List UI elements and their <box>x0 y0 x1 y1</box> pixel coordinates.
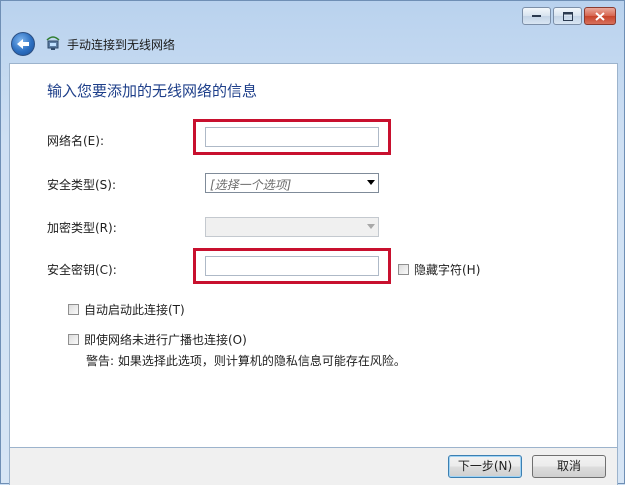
security-key-input[interactable] <box>205 256 379 276</box>
security-type-select[interactable]: [选择一个选项] <box>205 173 379 193</box>
connect-hidden-label: 即使网络未进行广播也连接(O) <box>84 333 247 347</box>
security-key-label: 安全密钥(C): <box>47 263 117 277</box>
wizard-window: 手动连接到无线网络 输入您要添加的无线网络的信息 网络名(E): 安全类型(S)… <box>0 0 625 485</box>
auto-start-checkbox[interactable] <box>68 304 79 315</box>
wizard-footer: 下一步(N) 取消 <box>9 448 618 485</box>
network-name-label: 网络名(E): <box>47 134 104 148</box>
hide-chars-checkbox[interactable] <box>398 264 409 275</box>
auto-start-checkbox-row[interactable]: 自动启动此连接(T) <box>68 301 185 318</box>
window-controls <box>522 7 616 25</box>
chevron-down-icon <box>367 180 375 185</box>
privacy-warning: 警告: 如果选择此选项，则计算机的隐私信息可能存在风险。 <box>86 354 406 368</box>
chevron-down-icon <box>367 224 375 229</box>
close-icon <box>595 11 605 21</box>
encryption-type-select[interactable] <box>205 217 379 237</box>
encryption-type-label: 加密类型(R): <box>47 221 117 235</box>
network-name-input[interactable] <box>205 127 379 147</box>
security-type-label: 安全类型(S): <box>47 178 117 192</box>
auto-start-label: 自动启动此连接(T) <box>84 303 185 317</box>
minimize-button[interactable] <box>522 7 551 25</box>
hide-chars-label: 隐藏字符(H) <box>414 263 481 277</box>
wizard-content: 输入您要添加的无线网络的信息 网络名(E): 安全类型(S): [选择一个选项]… <box>9 63 618 448</box>
maximize-button[interactable] <box>553 7 582 25</box>
back-arrow-icon <box>17 39 29 49</box>
back-button[interactable] <box>11 32 35 56</box>
cancel-button[interactable]: 取消 <box>532 455 606 478</box>
next-button[interactable]: 下一步(N) <box>448 455 522 478</box>
security-type-value: [选择一个选项] <box>210 178 292 192</box>
maximize-icon <box>562 11 573 21</box>
close-button[interactable] <box>584 7 616 25</box>
connect-hidden-checkbox[interactable] <box>68 334 79 345</box>
connect-hidden-checkbox-row[interactable]: 即使网络未进行广播也连接(O) <box>68 331 247 348</box>
wireless-network-icon <box>46 36 60 50</box>
page-heading: 输入您要添加的无线网络的信息 <box>47 82 258 100</box>
wizard-title: 手动连接到无线网络 <box>67 38 176 52</box>
hide-chars-checkbox-row[interactable]: 隐藏字符(H) <box>398 261 480 278</box>
minimize-icon <box>531 15 541 17</box>
